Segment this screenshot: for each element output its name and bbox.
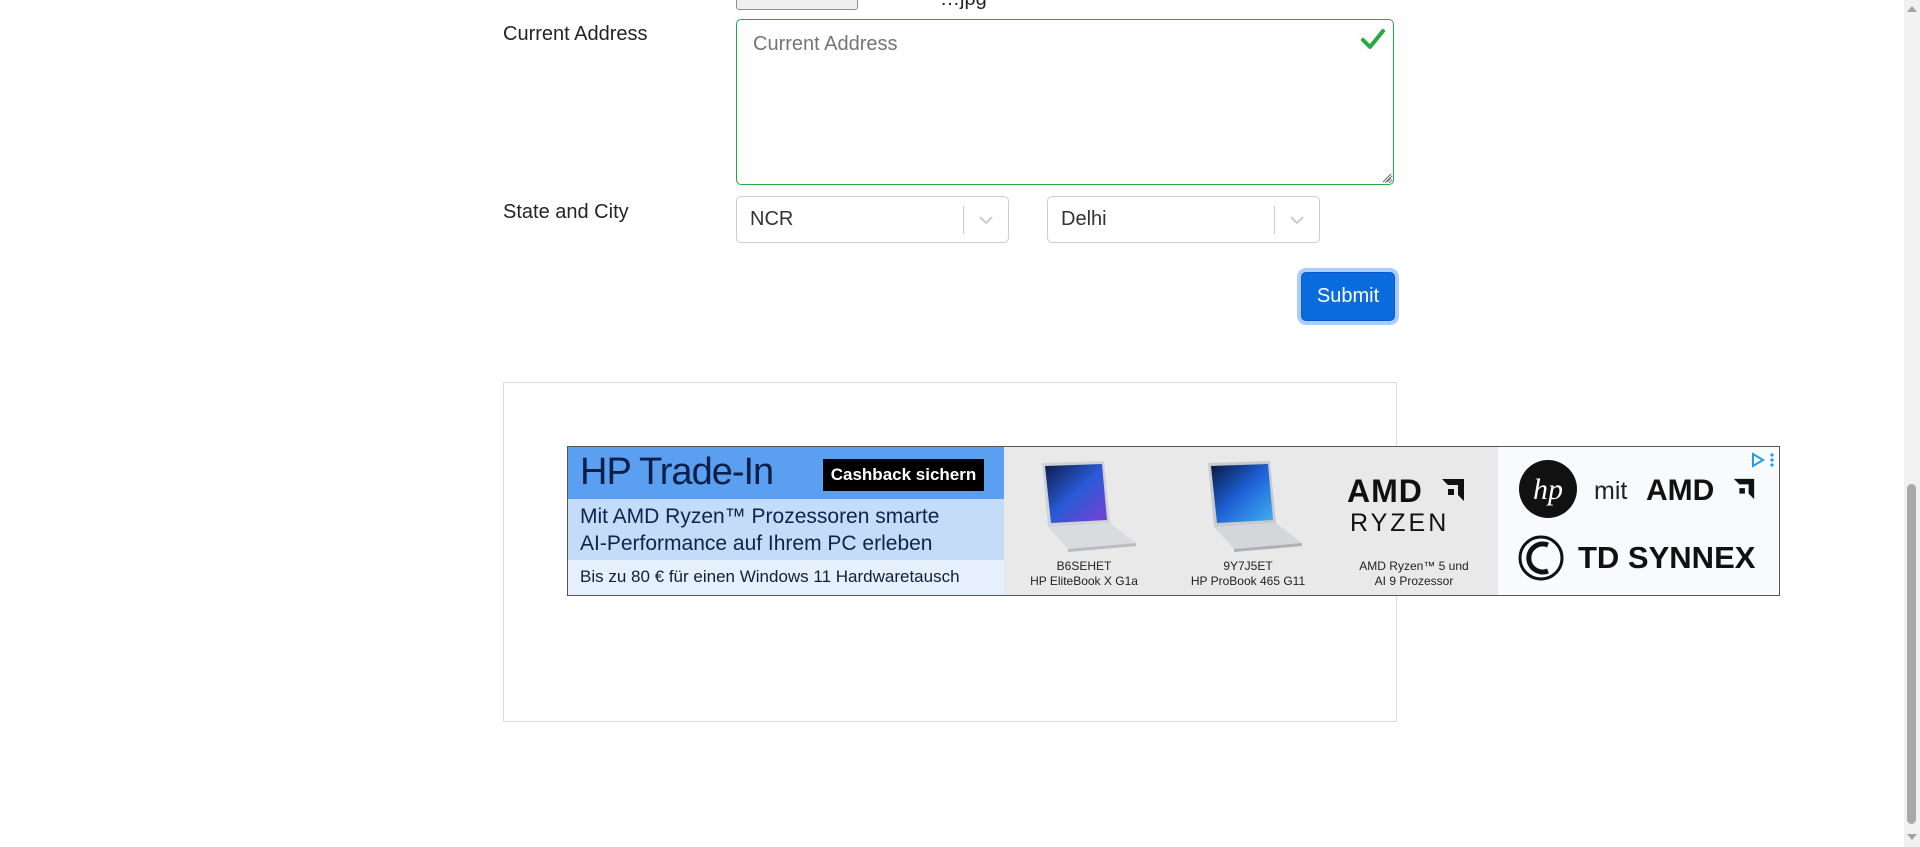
file-name-text: …jpg [940,0,987,11]
product-caption-2: 9Y7J5ET HP ProBook 465 G11 [1178,559,1318,589]
cashback-cta-button[interactable]: Cashback sichern [823,459,984,491]
city-select-value: Delhi [1061,208,1107,230]
product-caption-1: B6SEHET HP EliteBook X G1a [1014,559,1154,589]
partner-amd-logo: AMD [1646,474,1715,507]
ad-subtitle: Mit AMD Ryzen™ Prozessoren smarte AI-Per… [580,503,939,557]
svg-text:hp: hp [1533,473,1563,506]
ad-partner-panel: hp mit AMD TD SYNNEX [1498,447,1779,595]
amd-logo: AMD [1347,473,1423,509]
amd-caption-line2: AI 9 Prozessor [1374,574,1454,588]
hp-trade-in-banner-ad[interactable]: HP Trade-In Cashback sichern Mit AMD Ryz… [567,446,1780,596]
chevron-down-icon[interactable] [964,197,1008,242]
partner-mit-text: mit [1594,477,1628,505]
state-select[interactable]: NCR [736,196,1009,243]
td-synnex-logo-icon [1518,535,1564,581]
amd-arrow-icon [1733,478,1755,500]
amd-caption: AMD Ryzen™ 5 und AI 9 Prozessor [1344,559,1484,589]
state-city-label: State and City [503,201,629,223]
ad-footer: Bis zu 80 € für einen Windows 11 Hardwar… [568,560,1004,595]
laptop-image [1042,461,1136,552]
product-name-1: HP EliteBook X G1a [1030,574,1138,588]
valid-check-icon [1361,29,1385,49]
ad-footer-text: Bis zu 80 € für einen Windows 11 Hardwar… [580,567,960,586]
product-name-2: HP ProBook 465 G11 [1190,574,1306,588]
submit-button[interactable]: Submit [1301,272,1395,321]
amd-arrow-icon [1442,479,1464,501]
ryzen-logo: RYZEN [1350,509,1450,537]
product-code-1: B6SEHET [1056,559,1112,573]
ad-products-panel: B6SEHET HP EliteBook X G1a 9Y7J5ET HP Pr… [1004,447,1498,595]
ad-left-panel: HP Trade-In Cashback sichern Mit AMD Ryz… [568,447,1004,595]
scrollbar-thumb[interactable] [1907,484,1916,824]
state-select-value: NCR [750,208,794,230]
current-address-label: Current Address [503,23,648,45]
product-code-2: 9Y7J5ET [1223,559,1273,573]
city-select[interactable]: Delhi [1047,196,1320,243]
amd-caption-line1: AMD Ryzen™ 5 und [1359,559,1469,573]
scroll-up-arrow-icon[interactable] [1906,4,1918,14]
current-address-textarea[interactable] [736,19,1394,185]
ad-choices-icon[interactable] [1506,451,1776,471]
chevron-down-icon[interactable] [1275,197,1319,242]
resize-grip-icon[interactable] [1382,173,1392,183]
ad-header: HP Trade-In Cashback sichern [568,447,1004,499]
laptop-image [1208,461,1302,552]
ad-subtitle-line1: Mit AMD Ryzen™ Prozessoren smarte [580,505,940,528]
scroll-down-arrow-icon[interactable] [1906,832,1918,842]
ad-subtitle-line2: AI-Performance auf Ihrem PC erleben [580,532,933,555]
td-synnex-logo: TD SYNNEX [1578,540,1756,575]
ad-title: HP Trade-In [580,451,774,493]
file-choose-button[interactable] [736,0,858,10]
